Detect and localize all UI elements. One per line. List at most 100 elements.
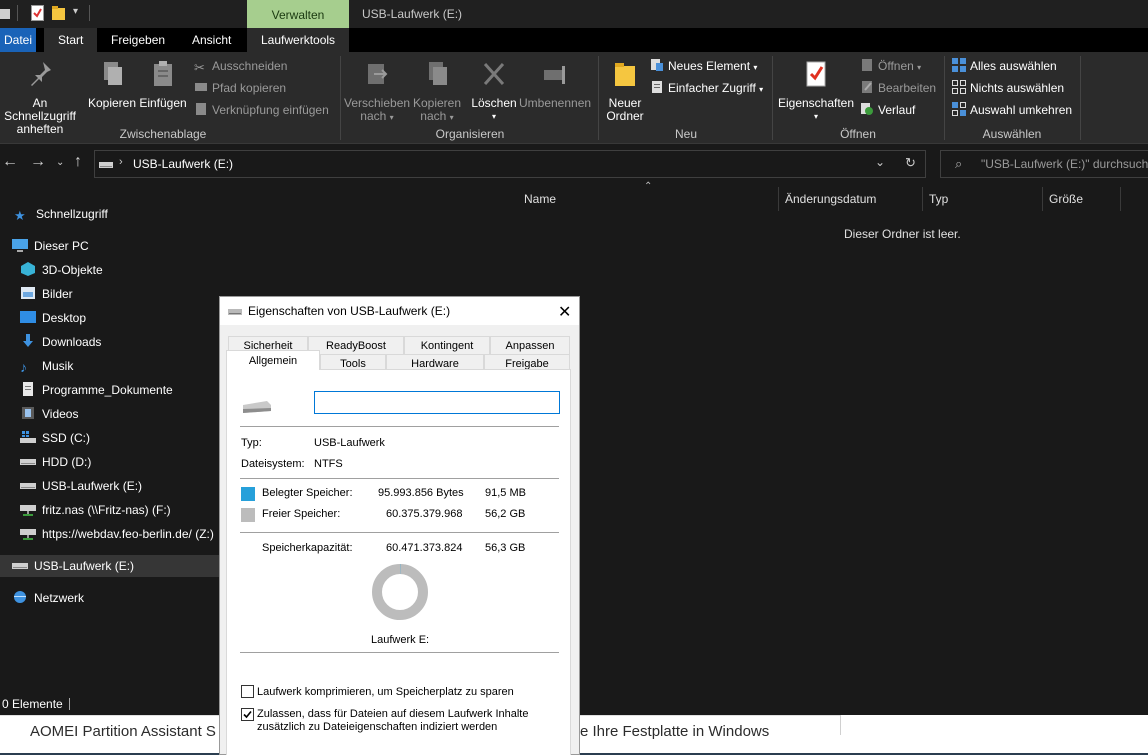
sidebar-item-downloads[interactable]: Downloads	[20, 331, 101, 353]
checkmark-icon	[243, 710, 252, 719]
title-bar: ▾ Verwalten USB-Laufwerk (E:)	[0, 0, 1148, 28]
move-to-icon	[368, 64, 388, 84]
cut-button[interactable]: ✂ Ausschneiden	[194, 56, 287, 76]
select-all-icon	[952, 58, 966, 72]
address-bar[interactable]: › USB-Laufwerk (E:) ⌄ ↻	[94, 150, 926, 178]
quick-access-dropdown-icon[interactable]: ▾	[73, 6, 78, 17]
forward-arrow-icon[interactable]: →	[30, 153, 46, 171]
compress-checkbox[interactable]	[241, 685, 254, 698]
select-none-icon	[952, 80, 966, 94]
sidebar: ★ Schnellzugriff Dieser PC 3D-Objekte Bil…	[0, 183, 219, 693]
sidebar-item-webdav[interactable]: https://webdav.feo-berlin.de/ (Z:)	[20, 523, 214, 545]
group-label-organize: Organisieren	[435, 127, 505, 141]
up-arrow-icon[interactable]: ↑	[74, 153, 82, 171]
copy-button[interactable]: Kopieren	[86, 58, 138, 110]
general-tab-panel: Typ: USB-Laufwerk Dateisystem: NTFS Bele…	[226, 369, 571, 755]
history-icon	[861, 103, 873, 115]
tab-start[interactable]: Start	[44, 28, 98, 52]
delete-x-icon	[483, 62, 505, 86]
drive-label-input[interactable]	[314, 391, 560, 414]
sidebar-item-programme-dokumente[interactable]: Programme_Dokumente	[20, 379, 173, 401]
select-none-button[interactable]: Nichts auswählen	[952, 78, 1064, 98]
breadcrumb-chevron-icon[interactable]: ›	[119, 156, 123, 168]
sidebar-item-fritz-nas[interactable]: fritz.nas (\\Fritz-nas) (F:)	[20, 499, 171, 521]
refresh-icon[interactable]: ↻	[905, 155, 916, 171]
file-list: ⌃ Name Änderungsdatum Typ Größe Dieser O…	[504, 181, 1148, 693]
pin-icon	[31, 62, 51, 86]
address-history-chevron-icon[interactable]: ⌄	[875, 155, 885, 169]
sidebar-item-pictures[interactable]: Bilder	[20, 283, 73, 305]
type-value: USB-Laufwerk	[314, 437, 385, 449]
column-header-name[interactable]: Name	[524, 191, 556, 207]
paste-icon	[154, 61, 172, 86]
easy-access-icon	[652, 81, 662, 93]
desktop-icon	[20, 311, 36, 323]
column-header-date[interactable]: Änderungsdatum	[785, 191, 876, 207]
column-header-size[interactable]: Größe	[1049, 191, 1083, 207]
properties-button[interactable]: Eigenschaften ▾	[777, 58, 855, 123]
new-folder-quick-icon[interactable]	[52, 5, 66, 21]
free-space-ring	[372, 564, 428, 620]
sidebar-item-this-pc[interactable]: Dieser PC	[12, 235, 89, 257]
tab-customize[interactable]: Anpassen	[490, 336, 570, 354]
drive-icon	[99, 162, 113, 168]
rename-icon	[544, 66, 565, 84]
move-to-button[interactable]: Verschieben nach ▾	[344, 58, 410, 124]
sidebar-item-ssd-c[interactable]: SSD (C:)	[20, 427, 90, 449]
delete-button[interactable]: Löschen ▾	[470, 58, 518, 123]
dialog-title: Eigenschaften von USB-Laufwerk (E:)	[248, 304, 451, 318]
tab-general[interactable]: Allgemein	[226, 350, 320, 370]
edit-icon	[862, 81, 872, 93]
cube-icon	[21, 262, 35, 276]
window-title: USB-Laufwerk (E:)	[362, 7, 463, 21]
tab-quota[interactable]: Kontingent	[404, 336, 490, 354]
type-label: Typ:	[241, 437, 262, 449]
sidebar-item-network[interactable]: Netzwerk	[12, 587, 84, 609]
paste-button[interactable]: Einfügen	[138, 58, 188, 110]
easy-access-button[interactable]: Einfacher Zugriff ▾	[650, 78, 763, 98]
capacity-bytes: 60.471.373.824	[386, 542, 463, 554]
sidebar-item-videos[interactable]: Videos	[20, 403, 78, 425]
select-all-button[interactable]: Alles auswählen	[952, 56, 1057, 76]
filesystem-label: Dateisystem:	[241, 458, 305, 470]
sidebar-item-usb-e-under-pc[interactable]: USB-Laufwerk (E:)	[20, 475, 142, 497]
back-arrow-icon[interactable]: ←	[2, 153, 18, 171]
properties-quick-icon[interactable]	[31, 5, 44, 21]
breadcrumb-path[interactable]: USB-Laufwerk (E:)	[133, 157, 233, 171]
capacity-size: 56,3 GB	[485, 542, 526, 554]
sidebar-item-3d-objects[interactable]: 3D-Objekte	[20, 259, 103, 281]
index-checkbox[interactable]	[241, 708, 254, 721]
paste-shortcut-button[interactable]: Verknüpfung einfügen	[194, 100, 329, 120]
invert-selection-button[interactable]: Auswahl umkehren	[952, 100, 1072, 120]
copy-to-button[interactable]: Kopieren nach ▾	[411, 58, 463, 124]
column-header-type[interactable]: Typ	[929, 191, 948, 207]
open-icon	[862, 59, 872, 71]
new-folder-button[interactable]: Neuer Ordner	[600, 58, 650, 123]
download-arrow-icon	[23, 334, 33, 347]
search-input[interactable]: ⌕ "USB-Laufwerk (E:)" durchsuchen	[940, 150, 1148, 178]
sidebar-item-usb-e[interactable]: USB-Laufwerk (E:)	[12, 555, 134, 577]
sidebar-item-hdd-d[interactable]: HDD (D:)	[20, 451, 91, 473]
close-icon[interactable]: ✕	[558, 302, 571, 322]
windows-drive-icon	[20, 431, 36, 443]
recent-locations-chevron-icon[interactable]: ⌄	[56, 157, 64, 168]
sidebar-item-desktop[interactable]: Desktop	[20, 307, 86, 329]
pin-quick-access-button[interactable]: An Schnellzugriff anheften	[0, 58, 84, 136]
sidebar-item-music[interactable]: ♪ Musik	[20, 355, 73, 377]
copy-path-button[interactable]: Pfad kopieren	[194, 78, 286, 98]
open-button[interactable]: Öffnen ▾	[860, 56, 921, 76]
folder-icon	[0, 9, 10, 19]
tab-share[interactable]: Freigeben	[97, 28, 179, 52]
background-page-text-left: AOMEI Partition Assistant S	[30, 723, 216, 740]
tab-file[interactable]: Datei	[0, 28, 37, 52]
rename-button[interactable]: Umbenennen	[519, 58, 591, 110]
sidebar-item-quick-access[interactable]: ★ Schnellzugriff	[14, 203, 108, 225]
tab-readyboost[interactable]: ReadyBoost	[308, 336, 404, 354]
tab-drive-tools[interactable]: Laufwerktools	[247, 28, 350, 52]
copy-to-icon	[429, 62, 447, 85]
history-button[interactable]: Verlauf	[860, 100, 915, 120]
new-item-button[interactable]: Neues Element ▾	[650, 56, 757, 76]
tab-view[interactable]: Ansicht	[178, 28, 245, 52]
edit-button[interactable]: Bearbeiten	[860, 78, 936, 98]
copy-icon	[104, 62, 122, 85]
